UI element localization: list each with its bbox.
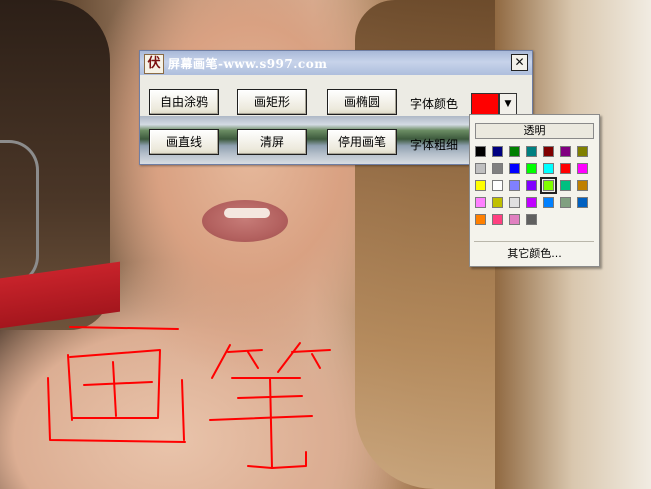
drawn-stroke xyxy=(181,379,185,441)
color-swatch-31[interactable] xyxy=(526,214,537,225)
drawn-stroke xyxy=(83,381,153,386)
draw-line-button[interactable]: 画直线 xyxy=(149,129,219,155)
font-width-label: 字体粗细 xyxy=(410,138,459,152)
drawn-stroke xyxy=(211,344,231,379)
disable-pen-button[interactable]: 停用画笔 xyxy=(327,129,397,155)
color-swatch-5[interactable] xyxy=(560,146,571,157)
drawn-stroke xyxy=(247,465,273,469)
app-logo-icon: 伏 xyxy=(144,54,164,74)
drawn-stroke xyxy=(269,377,307,469)
color-swatch-23[interactable] xyxy=(509,197,520,208)
color-swatch-2[interactable] xyxy=(509,146,520,157)
freehand-button[interactable]: 自由涂鸦 xyxy=(149,89,219,115)
color-swatch-6[interactable] xyxy=(577,146,588,157)
color-swatch-17[interactable] xyxy=(526,180,537,191)
color-swatch-3[interactable] xyxy=(526,146,537,157)
color-swatch-20[interactable] xyxy=(577,180,588,191)
color-swatch-13[interactable] xyxy=(577,163,588,174)
drawn-stroke xyxy=(209,415,313,421)
color-swatch-26[interactable] xyxy=(560,197,571,208)
color-swatch-30[interactable] xyxy=(509,214,520,225)
drawn-stroke xyxy=(277,342,301,373)
font-color-label: 字体颜色 xyxy=(410,97,459,111)
color-swatch-11[interactable] xyxy=(543,163,554,174)
color-swatch-21[interactable] xyxy=(475,197,486,208)
more-colors-button[interactable]: 其它颜色... xyxy=(470,245,599,261)
drawn-stroke xyxy=(291,349,331,353)
color-swatch-25[interactable] xyxy=(543,197,554,208)
draw-ellipse-button[interactable]: 画椭圆 xyxy=(327,89,397,115)
color-swatch-0[interactable] xyxy=(475,146,486,157)
drawn-stroke xyxy=(227,349,263,353)
close-button[interactable]: ✕ xyxy=(511,54,528,71)
drawn-stroke xyxy=(247,351,259,369)
color-swatch-15[interactable] xyxy=(492,180,503,191)
draw-rectangle-button[interactable]: 画矩形 xyxy=(237,89,307,115)
color-swatch-4[interactable] xyxy=(543,146,554,157)
color-swatch-8[interactable] xyxy=(492,163,503,174)
clear-screen-button[interactable]: 清屏 xyxy=(237,129,307,155)
drawn-stroke xyxy=(67,354,73,421)
color-swatch-19[interactable] xyxy=(560,180,571,191)
transparent-color-button[interactable]: 透明 xyxy=(475,123,594,139)
color-swatch-29[interactable] xyxy=(492,214,503,225)
drawn-stroke xyxy=(69,326,179,330)
color-swatch-9[interactable] xyxy=(509,163,520,174)
color-swatch-14[interactable] xyxy=(475,180,486,191)
color-swatch-7[interactable] xyxy=(475,163,486,174)
color-swatch-16[interactable] xyxy=(509,180,520,191)
color-swatch-10[interactable] xyxy=(526,163,537,174)
popup-divider xyxy=(474,241,594,242)
color-swatch-1[interactable] xyxy=(492,146,503,157)
color-swatch-18[interactable] xyxy=(540,177,557,194)
color-swatch-22[interactable] xyxy=(492,197,503,208)
color-swatch-24[interactable] xyxy=(526,197,537,208)
color-dropdown-arrow-icon[interactable]: ▼ xyxy=(499,93,517,115)
color-swatch-12[interactable] xyxy=(560,163,571,174)
drawn-stroke xyxy=(112,361,117,417)
drawn-stroke xyxy=(311,353,321,369)
current-color-swatch[interactable] xyxy=(471,93,499,115)
title-bar[interactable]: 伏 屏幕画笔-www.s997.com ✕ xyxy=(140,51,532,75)
color-swatch-27[interactable] xyxy=(577,197,588,208)
color-picker-popup: 透明 其它颜色... xyxy=(469,114,600,267)
window-title: 屏幕画笔-www.s997.com xyxy=(168,57,328,71)
color-swatch-28[interactable] xyxy=(475,214,486,225)
